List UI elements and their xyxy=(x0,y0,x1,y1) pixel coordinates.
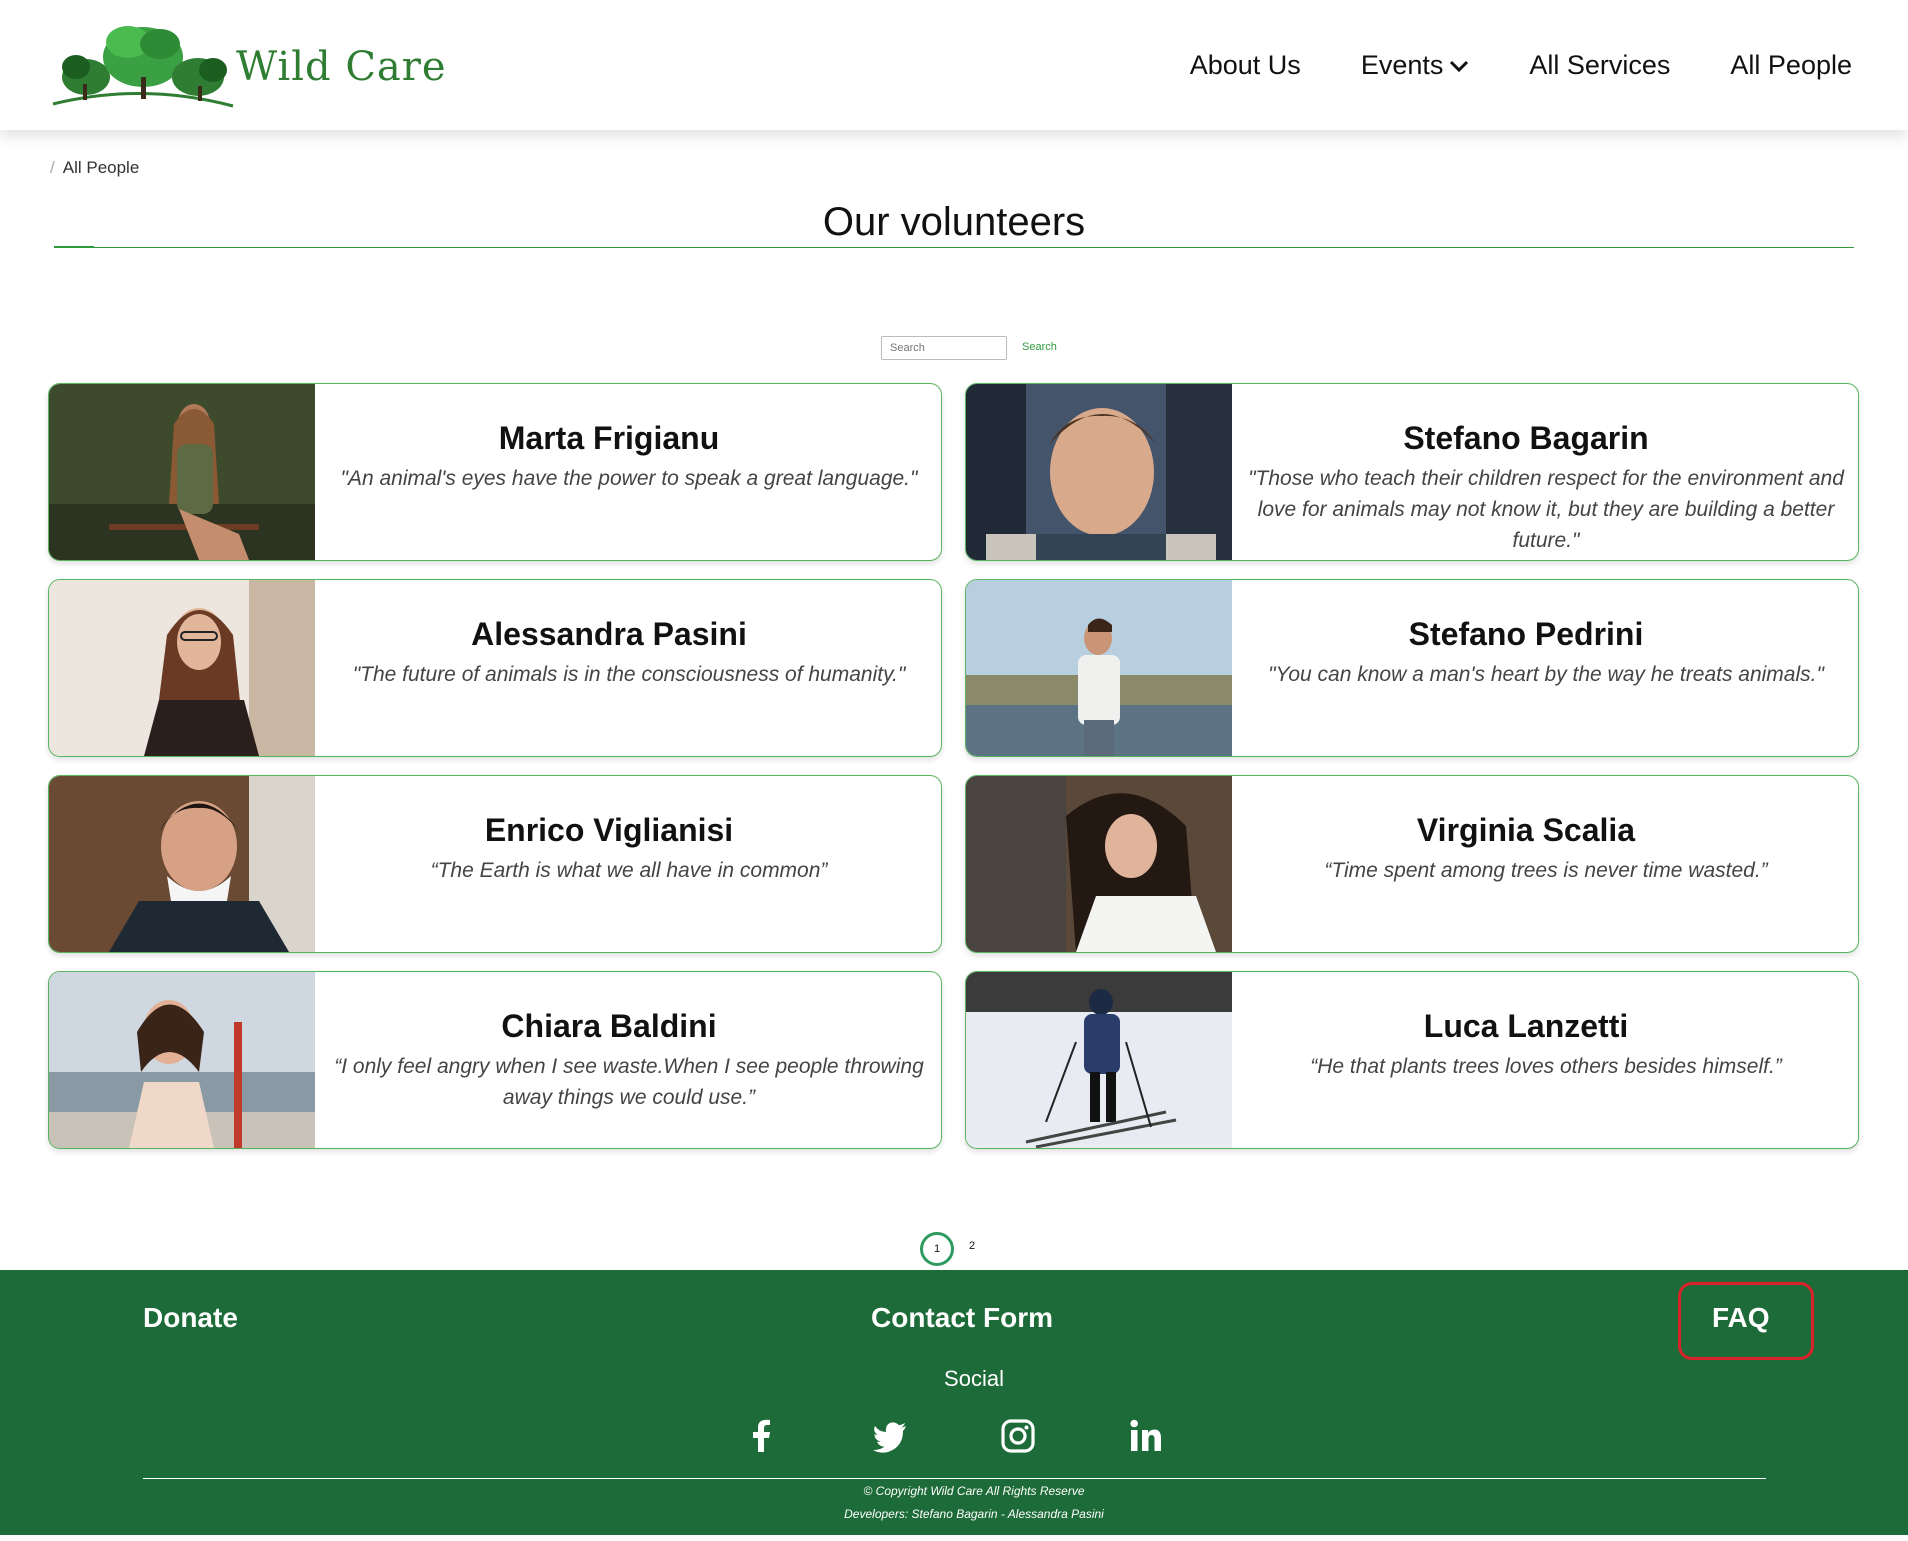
volunteer-photo xyxy=(49,972,315,1148)
volunteer-name: Stefano Bagarin xyxy=(1403,420,1649,456)
pagination-page-2[interactable]: 2 xyxy=(969,1240,975,1252)
volunteer-quote: “The Earth is what we all have in common… xyxy=(430,859,828,882)
nav-about-us[interactable]: About Us xyxy=(1190,50,1301,81)
breadcrumb: / All People xyxy=(50,158,139,178)
volunteer-name: Virginia Scalia xyxy=(1416,812,1636,848)
volunteer-photo xyxy=(49,580,315,756)
social-label: Social xyxy=(944,1366,1004,1391)
volunteer-card[interactable]: Alessandra Pasini "The future of animals… xyxy=(48,579,942,757)
card-body: Stefano Bagarin "Those who teach their c… xyxy=(1248,420,1844,556)
volunteer-quote: "An animal's eyes have the power to spea… xyxy=(340,467,918,490)
card-body: Virginia Scalia “Time spent among trees … xyxy=(1248,812,1844,886)
breadcrumb-separator: / xyxy=(50,158,55,177)
volunteer-card[interactable]: Luca Lanzetti “He that plants trees love… xyxy=(965,971,1859,1149)
volunteer-card[interactable]: Stefano Pedrini "You can know a man's he… xyxy=(965,579,1859,757)
title-divider-accent xyxy=(54,246,94,248)
page-title: Our volunteers xyxy=(822,200,1086,244)
volunteer-card[interactable]: Enrico Viglianisi “The Earth is what we … xyxy=(48,775,942,953)
facebook-icon[interactable] xyxy=(744,1418,780,1454)
volunteer-photo xyxy=(966,384,1232,560)
faq-link[interactable]: FAQ xyxy=(1712,1302,1770,1334)
title-section: Our volunteers xyxy=(54,200,1854,250)
volunteer-card[interactable]: Stefano Bagarin "Those who teach their c… xyxy=(965,383,1859,561)
brand-name[interactable]: Wild Care xyxy=(236,44,447,90)
linkedin-icon[interactable] xyxy=(1128,1418,1164,1454)
volunteer-photo xyxy=(966,776,1232,952)
donate-link[interactable]: Donate xyxy=(143,1302,238,1334)
nav-services-label: All Services xyxy=(1529,50,1671,80)
volunteer-name: Luca Lanzetti xyxy=(1423,1008,1629,1044)
card-body: Stefano Pedrini "You can know a man's he… xyxy=(1248,616,1844,690)
volunteer-photo xyxy=(966,972,1232,1148)
chevron-down-icon xyxy=(1450,60,1469,72)
copyright-text: © Copyright Wild Care All Rights Reserve xyxy=(863,1484,1085,1498)
twitter-icon[interactable] xyxy=(872,1418,908,1454)
instagram-icon[interactable] xyxy=(1000,1418,1036,1454)
card-body: Luca Lanzetti “He that plants trees love… xyxy=(1248,1008,1844,1082)
contact-form-link[interactable]: Contact Form xyxy=(871,1302,1053,1334)
pagination-page-1[interactable]: 1 xyxy=(920,1232,954,1266)
volunteer-name: Chiara Baldini xyxy=(501,1008,717,1044)
breadcrumb-current[interactable]: All People xyxy=(63,158,140,177)
volunteer-name: Enrico Viglianisi xyxy=(484,812,734,848)
volunteer-card[interactable]: Chiara Baldini “I only feel angry when I… xyxy=(48,971,942,1149)
volunteer-quote: "Those who teach their children respect … xyxy=(1248,467,1844,552)
volunteer-photo xyxy=(49,776,315,952)
volunteer-card[interactable]: Virginia Scalia “Time spent among trees … xyxy=(965,775,1859,953)
search-button[interactable]: Search xyxy=(1022,341,1057,353)
title-divider xyxy=(54,247,1854,248)
nav-events-label: Events xyxy=(1360,50,1444,80)
volunteer-photo xyxy=(966,580,1232,756)
card-body: Marta Frigianu "An animal's eyes have th… xyxy=(331,420,927,494)
card-body: Alessandra Pasini "The future of animals… xyxy=(331,616,927,690)
card-body: Chiara Baldini “I only feel angry when I… xyxy=(331,1008,927,1113)
volunteer-quote: "The future of animals is in the conscio… xyxy=(352,663,906,686)
card-body: Enrico Viglianisi “The Earth is what we … xyxy=(331,812,927,886)
nav-about-label: About Us xyxy=(1189,50,1301,80)
nav-all-services[interactable]: All Services xyxy=(1529,50,1670,81)
volunteer-photo xyxy=(49,384,315,560)
nav-all-people[interactable]: All People xyxy=(1730,50,1852,81)
logo-trees-icon[interactable] xyxy=(48,22,238,112)
nav-events[interactable]: Events xyxy=(1361,50,1470,81)
volunteer-name: Stefano Pedrini xyxy=(1408,616,1644,652)
developers-text: Developers: Stefano Bagarin - Alessandra… xyxy=(844,1507,1104,1521)
site-header: Wild Care About Us Events All Services A… xyxy=(0,0,1908,130)
nav-people-label: All People xyxy=(1730,50,1852,80)
volunteer-quote: “I only feel angry when I see waste.When… xyxy=(334,1055,924,1109)
volunteer-quote: “Time spent among trees is never time wa… xyxy=(1324,859,1768,882)
volunteer-name: Marta Frigianu xyxy=(498,420,720,456)
site-footer: Donate Contact Form FAQ Social © Copyrig… xyxy=(0,1270,1908,1535)
volunteer-name: Alessandra Pasini xyxy=(471,616,747,652)
search-input[interactable] xyxy=(881,336,1007,360)
volunteer-quote: "You can know a man's heart by the way h… xyxy=(1268,663,1824,686)
volunteer-card[interactable]: Marta Frigianu "An animal's eyes have th… xyxy=(48,383,942,561)
volunteer-quote: “He that plants trees loves others besid… xyxy=(1310,1055,1782,1078)
main-nav: About Us Events All Services All People xyxy=(1190,50,1852,81)
footer-divider xyxy=(143,1478,1766,1479)
